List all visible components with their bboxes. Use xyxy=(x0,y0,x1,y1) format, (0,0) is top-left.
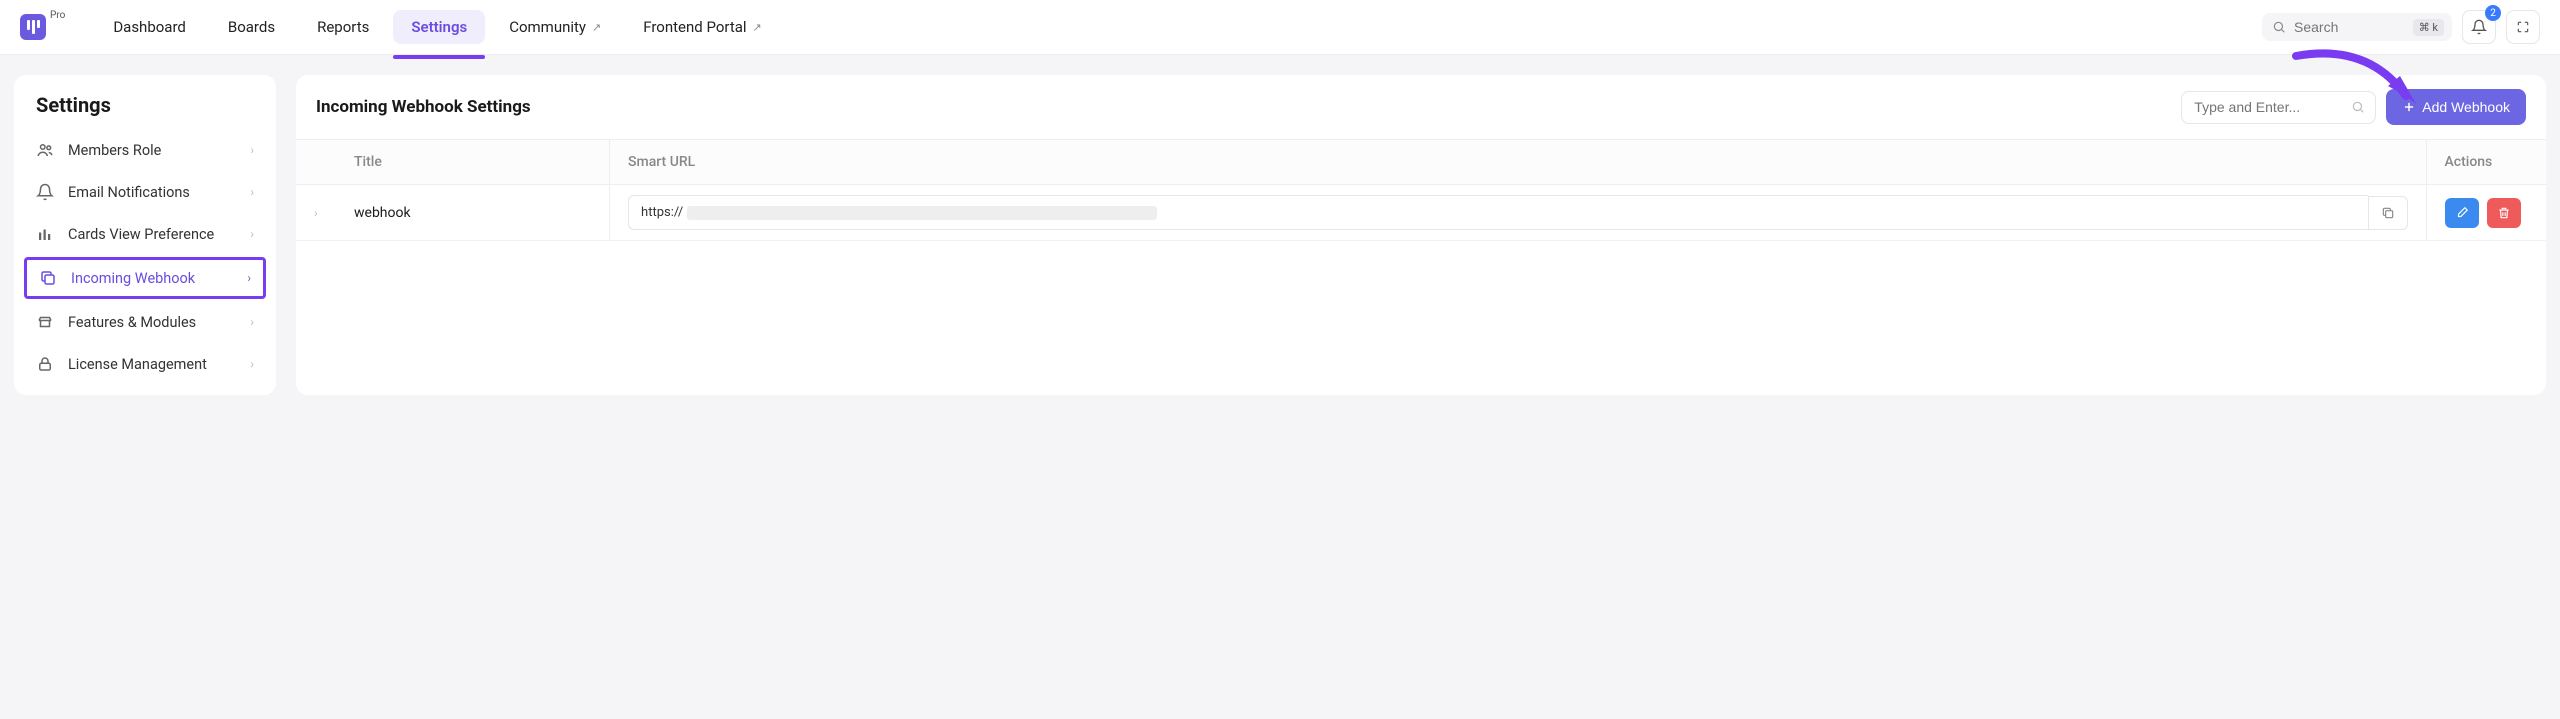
sidebar-item-label: Cards View Preference xyxy=(68,226,214,243)
bell-icon xyxy=(36,183,54,201)
nav-boards[interactable]: Boards xyxy=(210,10,293,44)
sidebar-item-label: Features & Modules xyxy=(68,314,196,331)
pro-badge: Pro xyxy=(50,10,65,21)
sidebar-title: Settings xyxy=(14,93,276,129)
main-area: Settings Members Role › Email Notificati… xyxy=(0,55,2560,415)
main-nav: Dashboard Boards Reports Settings Commun… xyxy=(95,10,779,44)
copy-icon xyxy=(39,269,57,287)
chevron-right-icon: › xyxy=(247,271,251,285)
sidebar-item-label: Incoming Webhook xyxy=(71,270,195,287)
copy-url-button[interactable] xyxy=(2368,196,2408,230)
sidebar-item-label: License Management xyxy=(68,356,207,373)
chevron-right-icon: › xyxy=(250,315,254,329)
table-row: › webhook https:// xyxy=(296,185,2546,241)
delete-webhook-button[interactable] xyxy=(2487,198,2521,228)
edit-webhook-button[interactable] xyxy=(2445,198,2479,228)
nav-reports[interactable]: Reports xyxy=(299,10,387,44)
content-header: Incoming Webhook Settings Add Webhook xyxy=(296,75,2546,140)
brand[interactable]: Pro xyxy=(20,14,65,40)
sidebar-item-email-notifications[interactable]: Email Notifications › xyxy=(14,171,276,213)
notification-count-badge: 2 xyxy=(2485,5,2501,21)
webhooks-table: Title Smart URL Actions › webhook https:… xyxy=(296,140,2546,241)
sidebar-item-label: Email Notifications xyxy=(68,184,190,201)
sidebar-item-incoming-webhook[interactable]: Incoming Webhook › xyxy=(24,257,266,299)
nav-community[interactable]: Community↗ xyxy=(491,10,619,44)
col-url: Smart URL xyxy=(610,140,2426,185)
nav-settings[interactable]: Settings xyxy=(393,10,485,44)
brand-logo xyxy=(20,14,46,40)
top-right-controls: ⌘ k 2 xyxy=(2262,10,2540,44)
settings-sidebar: Settings Members Role › Email Notificati… xyxy=(14,75,276,395)
filter-box[interactable] xyxy=(2181,91,2376,124)
nav-dashboard[interactable]: Dashboard xyxy=(95,10,204,44)
top-navbar: Pro Dashboard Boards Reports Settings Co… xyxy=(0,0,2560,55)
chevron-right-icon: › xyxy=(250,227,254,241)
search-icon xyxy=(2272,20,2286,34)
col-expand xyxy=(296,140,336,185)
notifications-button[interactable]: 2 xyxy=(2462,10,2496,44)
search-icon xyxy=(2351,100,2365,114)
fullscreen-button[interactable] xyxy=(2506,10,2540,44)
lock-icon xyxy=(36,355,54,373)
sidebar-item-members-role[interactable]: Members Role › xyxy=(14,129,276,171)
sidebar-item-label: Members Role xyxy=(68,142,161,159)
sidebar-item-features-modules[interactable]: Features & Modules › xyxy=(14,301,276,343)
filter-input[interactable] xyxy=(2194,99,2341,115)
users-icon xyxy=(36,141,54,159)
modules-icon xyxy=(36,313,54,331)
chevron-right-icon: › xyxy=(250,357,254,371)
global-search[interactable]: ⌘ k xyxy=(2262,13,2452,41)
search-kbd-hint: ⌘ k xyxy=(2413,19,2444,36)
row-title: webhook xyxy=(336,185,610,241)
col-actions: Actions xyxy=(2426,140,2546,185)
col-title: Title xyxy=(336,140,610,185)
url-masked xyxy=(687,206,1157,220)
add-webhook-button[interactable]: Add Webhook xyxy=(2386,89,2526,125)
url-prefix: https:// xyxy=(641,205,683,220)
chevron-right-icon: › xyxy=(250,143,254,157)
bars-icon xyxy=(36,225,54,243)
row-expand-toggle[interactable]: › xyxy=(314,206,318,220)
webhook-url-field[interactable]: https:// xyxy=(628,195,2367,230)
external-link-icon: ↗ xyxy=(753,21,762,34)
plus-icon xyxy=(2402,100,2416,114)
add-webhook-button-label: Add Webhook xyxy=(2422,99,2510,115)
nav-frontend-portal[interactable]: Frontend Portal↗ xyxy=(625,10,780,44)
sidebar-item-cards-view[interactable]: Cards View Preference › xyxy=(14,213,276,255)
external-link-icon: ↗ xyxy=(592,21,601,34)
content-panel: Incoming Webhook Settings Add Webhook Ti… xyxy=(296,75,2546,395)
sidebar-item-license[interactable]: License Management › xyxy=(14,343,276,385)
chevron-right-icon: › xyxy=(250,185,254,199)
page-title: Incoming Webhook Settings xyxy=(316,97,531,117)
